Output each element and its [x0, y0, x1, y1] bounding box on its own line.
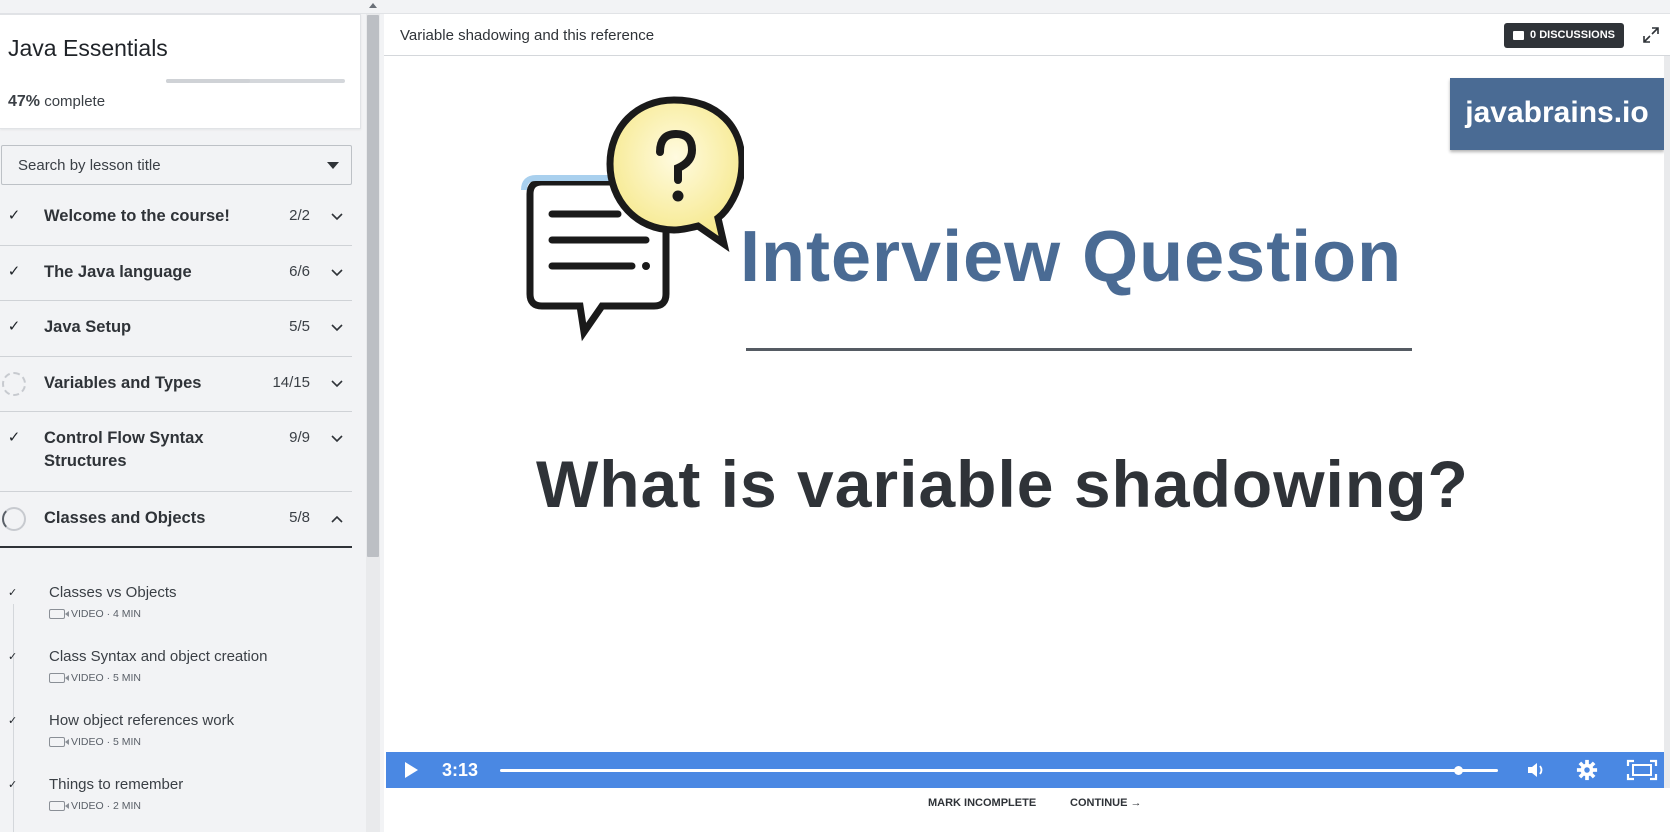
- top-strip: [0, 0, 1670, 14]
- lesson-title: Things to remember: [49, 776, 184, 793]
- chevron-down-icon[interactable]: [330, 432, 344, 446]
- section-welcome[interactable]: ✓ Welcome to the course! 2/2: [0, 190, 352, 246]
- section-count: 6/6: [289, 263, 310, 280]
- check-icon: ✓: [8, 715, 18, 727]
- expand-icon[interactable]: [1642, 26, 1660, 44]
- lesson-meta: VIDEO · 5 MIN: [49, 736, 141, 748]
- lesson-item[interactable]: ✓ Things to remember VIDEO · 2 MIN: [0, 776, 352, 832]
- section-title: The Java language: [44, 263, 192, 281]
- lesson-title: How object references work: [49, 712, 235, 729]
- section-java-language[interactable]: ✓ The Java language 6/6: [0, 246, 352, 301]
- section-variables-types[interactable]: Variables and Types 14/15: [0, 357, 352, 412]
- chat-icon: [1513, 31, 1525, 40]
- mark-incomplete-button[interactable]: MARK INCOMPLETE: [928, 797, 1036, 809]
- check-icon: ✓: [7, 429, 21, 446]
- course-sidebar: Java Essentials 47% complete Search by l…: [0, 14, 361, 832]
- headline-divider: [746, 348, 1412, 351]
- chevron-down-icon[interactable]: [330, 266, 344, 280]
- lesson-main: Variable shadowing and this reference 0 …: [384, 14, 1670, 832]
- section-control-flow[interactable]: ✓ Control Flow Syntax Structures 9/9: [0, 412, 352, 492]
- section-title: Variables and Types: [44, 374, 202, 392]
- chevron-down-icon[interactable]: [330, 210, 344, 224]
- progress-label: complete: [44, 93, 106, 110]
- chevron-up-icon[interactable]: [330, 512, 344, 526]
- lesson-search-dropdown[interactable]: Search by lesson title: [1, 145, 352, 185]
- section-java-setup[interactable]: ✓ Java Setup 5/5: [0, 301, 352, 357]
- video-headline: Interview Question: [740, 217, 1403, 297]
- video-player[interactable]: javabrains.io Interview Question What is…: [384, 56, 1670, 788]
- lesson-title-heading: Variable shadowing and this reference: [400, 27, 655, 44]
- fullscreen-icon[interactable]: [1626, 759, 1658, 781]
- check-icon: ✓: [7, 207, 21, 224]
- volume-icon[interactable]: [1526, 761, 1548, 779]
- caret-down-icon: [327, 162, 339, 169]
- brand-logo-badge: javabrains.io: [1450, 78, 1664, 150]
- check-icon: ✓: [7, 318, 21, 335]
- lesson-meta-text: VIDEO · 5 MIN: [71, 736, 142, 748]
- seek-thumb[interactable]: [1454, 766, 1464, 775]
- section-count: 14/15: [272, 374, 310, 391]
- progress-circle-icon: [2, 372, 26, 396]
- section-title: Control Flow Syntax Structures: [44, 429, 204, 470]
- lesson-meta: VIDEO · 4 MIN: [49, 608, 141, 620]
- lesson-item[interactable]: ✓ Classes vs Objects VIDEO · 4 MIN: [0, 584, 352, 644]
- video-question: What is variable shadowing?: [536, 447, 1469, 521]
- play-icon[interactable]: [402, 761, 420, 779]
- discussions-label: 0 DISCUSSIONS: [1530, 29, 1615, 41]
- course-progress-bar: [166, 79, 345, 83]
- check-icon: ✓: [7, 263, 21, 280]
- lesson-title: Classes vs Objects: [49, 584, 177, 601]
- continue-button[interactable]: CONTINUE →: [1070, 797, 1142, 809]
- chevron-down-icon[interactable]: [330, 377, 344, 391]
- course-progress-fill: [166, 79, 251, 83]
- section-title: Classes and Objects: [44, 509, 206, 527]
- sidebar-scrollbar-thumb[interactable]: [367, 15, 379, 557]
- lesson-item[interactable]: ✓ Class Syntax and object creation VIDEO…: [0, 648, 352, 708]
- settings-gear-icon[interactable]: [1576, 759, 1598, 781]
- lesson-meta: VIDEO · 2 MIN: [49, 800, 141, 812]
- check-icon: ✓: [8, 651, 18, 663]
- lesson-item[interactable]: ✓ How object references work VIDEO · 5 M…: [0, 712, 352, 772]
- discussions-button[interactable]: 0 DISCUSSIONS: [1504, 23, 1624, 48]
- content-scrollbar[interactable]: [1664, 56, 1670, 788]
- video-controls-bar: 3:13: [386, 752, 1664, 788]
- section-title: Welcome to the course!: [44, 207, 230, 225]
- section-classes-objects[interactable]: Classes and Objects 5/8: [0, 492, 352, 548]
- video-time: 3:13: [442, 760, 479, 780]
- progress-percent: 47%: [8, 93, 41, 110]
- video-camera-icon: [49, 737, 69, 747]
- section-count: 2/2: [289, 207, 310, 224]
- scroll-up-arrow-icon[interactable]: [369, 3, 377, 8]
- search-placeholder: Search by lesson title: [18, 157, 161, 174]
- lesson-meta-text: VIDEO · 4 MIN: [71, 608, 142, 620]
- video-camera-icon: [49, 801, 69, 811]
- lesson-meta-text: VIDEO · 5 MIN: [71, 672, 142, 684]
- lesson-title: Class Syntax and object creation: [49, 648, 268, 665]
- seek-bar[interactable]: [500, 766, 1498, 775]
- check-icon: ✓: [8, 587, 18, 599]
- section-count: 5/8: [289, 509, 310, 526]
- lesson-meta: VIDEO · 5 MIN: [49, 672, 141, 684]
- section-count: 5/5: [289, 318, 310, 335]
- section-title: Java Setup: [44, 318, 132, 336]
- check-icon: ✓: [8, 779, 18, 791]
- section-count: 9/9: [289, 429, 310, 446]
- progress-circle-icon: [2, 507, 26, 531]
- video-camera-icon: [49, 673, 69, 683]
- progress-text: 47% complete: [8, 93, 105, 111]
- chevron-down-icon[interactable]: [330, 321, 344, 335]
- lesson-meta-text: VIDEO · 2 MIN: [71, 800, 142, 812]
- speech-bubbles-question-icon: [521, 96, 744, 342]
- course-title: Java Essentials: [8, 35, 168, 61]
- course-progress-card: Java Essentials 47% complete: [0, 14, 361, 129]
- video-camera-icon: [49, 609, 69, 619]
- lesson-header: Variable shadowing and this reference 0 …: [384, 14, 1670, 56]
- lesson-footer: MARK INCOMPLETE CONTINUE →: [384, 788, 1670, 832]
